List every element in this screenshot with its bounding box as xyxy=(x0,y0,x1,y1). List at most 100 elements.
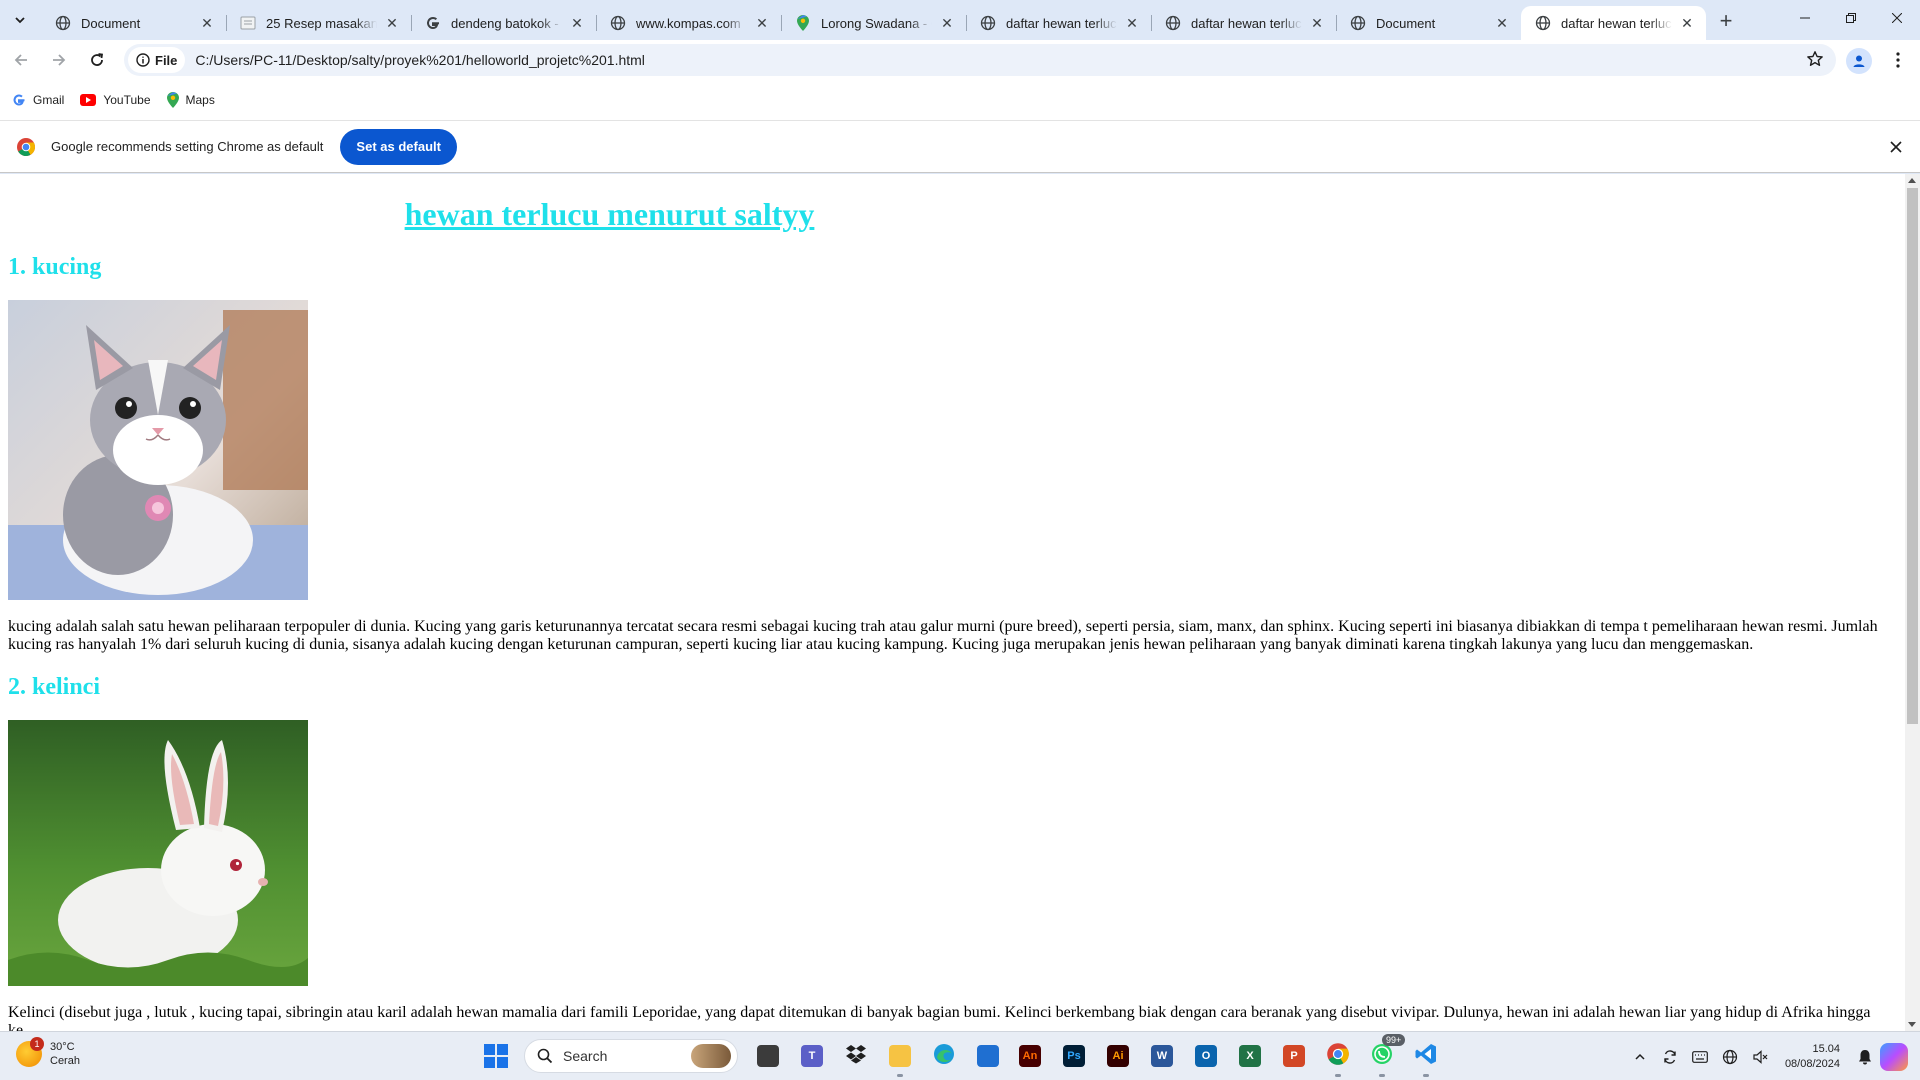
infobar-close-button[interactable] xyxy=(1886,137,1906,157)
start-button[interactable] xyxy=(484,1044,508,1073)
tray-overflow-button[interactable] xyxy=(1628,1045,1652,1069)
taskbar-app-photoshop[interactable]: Ps xyxy=(1058,1040,1090,1072)
taskbar-app-animate[interactable]: An xyxy=(1014,1040,1046,1072)
bookmark-label: YouTube xyxy=(103,93,151,107)
taskbar-app-vscode[interactable] xyxy=(1410,1040,1442,1077)
teams-icon: T xyxy=(801,1045,823,1067)
bookmark-gmail[interactable]: Gmail xyxy=(12,93,64,107)
weather-text: 30°C Cerah xyxy=(50,1040,80,1068)
bookmark-youtube[interactable]: YouTube xyxy=(80,93,151,107)
url-text[interactable]: C:/Users/PC-11/Desktop/salty/proyek%201/… xyxy=(195,52,645,68)
taskbar-app-illustrator[interactable]: Ai xyxy=(1102,1040,1134,1072)
tab-close-button[interactable]: ✕ xyxy=(1678,14,1696,32)
dropbox-icon xyxy=(845,1044,867,1069)
tab-title: daftar hewan terlucu xyxy=(1561,15,1672,31)
tab-2[interactable]: 25 Resep masakan Pa ✕ xyxy=(226,6,411,40)
taskbar-app-whatsapp[interactable]: 99+ xyxy=(1366,1034,1406,1077)
weather-temp: 30°C xyxy=(50,1041,75,1053)
tab-title: www.kompas.com xyxy=(636,15,741,31)
vscode-icon xyxy=(1414,1042,1438,1071)
person-icon xyxy=(1853,55,1865,67)
chrome-menu-button[interactable] xyxy=(1886,48,1910,72)
youtube-icon xyxy=(80,94,97,106)
bookmark-star-button[interactable] xyxy=(1806,50,1824,73)
taskbar-app-store[interactable] xyxy=(972,1040,1004,1072)
excel-icon: X xyxy=(1239,1045,1261,1067)
bell-icon xyxy=(1859,1049,1871,1064)
tab-7[interactable]: daftar hewan terlucu ✕ xyxy=(1151,6,1336,40)
taskbar-app-dropbox[interactable] xyxy=(840,1040,872,1072)
close-icon xyxy=(1892,13,1902,23)
close-icon xyxy=(1890,141,1902,153)
search-placeholder: Search xyxy=(563,1048,608,1064)
restore-button[interactable] xyxy=(1828,0,1874,36)
section-text-kelinci: Kelinci (disebut juga , lutuk , kucing t… xyxy=(8,1004,1871,1031)
tab-8[interactable]: Document ✕ xyxy=(1336,6,1521,40)
page-scrollbar[interactable] xyxy=(1905,174,1920,1031)
back-button[interactable] xyxy=(4,43,38,77)
tab-close-button[interactable]: ✕ xyxy=(198,14,216,32)
sync-tray-icon[interactable] xyxy=(1658,1045,1682,1069)
scroll-thumb[interactable] xyxy=(1907,188,1918,724)
default-browser-infobar: Google recommends setting Chrome as defa… xyxy=(0,120,1920,173)
tab-close-button[interactable]: ✕ xyxy=(383,14,401,32)
page-body: hewan terlucu menurut saltyy 1. kucing k… xyxy=(0,194,1905,1031)
taskbar-app-chrome[interactable] xyxy=(1322,1040,1354,1077)
volume-muted-icon xyxy=(1753,1049,1768,1064)
reload-button[interactable] xyxy=(80,43,114,77)
edge-icon xyxy=(933,1043,955,1070)
taskbar-app-teams[interactable]: T xyxy=(796,1040,828,1072)
taskbar-app-edge[interactable] xyxy=(928,1040,960,1072)
sync-icon xyxy=(1664,1049,1676,1064)
forward-button[interactable] xyxy=(42,43,76,77)
volume-tray-icon[interactable] xyxy=(1748,1045,1772,1069)
tab-close-button[interactable]: ✕ xyxy=(568,14,586,32)
address-bar[interactable]: File C:/Users/PC-11/Desktop/salty/proyek… xyxy=(124,44,1836,76)
outlook-icon: O xyxy=(1195,1045,1217,1067)
tab-9[interactable]: daftar hewan terlucu ✕ xyxy=(1521,6,1706,40)
taskbar-app-outlook[interactable]: O xyxy=(1190,1040,1222,1072)
taskbar-app-file-explorer[interactable] xyxy=(884,1040,916,1077)
site-info-chip[interactable]: File xyxy=(128,47,186,73)
bookmark-maps[interactable]: Maps xyxy=(166,92,215,108)
page-title: hewan terlucu menurut saltyy xyxy=(404,196,815,232)
info-icon xyxy=(136,53,150,67)
tab-title: dendeng batokok - P xyxy=(451,15,562,31)
taskbar-search[interactable]: Search xyxy=(524,1039,738,1073)
weather-badge: 1 xyxy=(30,1037,44,1051)
taskbar-clock[interactable]: 15.04 08/08/2024 xyxy=(1785,1042,1840,1072)
profile-button[interactable] xyxy=(1846,48,1872,74)
file-explorer-icon xyxy=(889,1045,911,1067)
tab-1[interactable]: Document ✕ xyxy=(41,6,226,40)
tab-4[interactable]: www.kompas.com ✕ xyxy=(596,6,781,40)
weather-widget[interactable]: 1 30°C Cerah xyxy=(16,1037,80,1068)
sun-icon: 1 xyxy=(16,1037,44,1067)
new-tab-button[interactable]: + xyxy=(1712,7,1740,35)
keyboard-tray-icon[interactable] xyxy=(1688,1045,1712,1069)
scroll-up-arrow[interactable] xyxy=(1908,178,1916,183)
taskbar-app-word[interactable]: W xyxy=(1146,1040,1178,1072)
tab-close-button[interactable]: ✕ xyxy=(1493,14,1511,32)
tab-6[interactable]: daftar hewan terlucu ✕ xyxy=(966,6,1151,40)
tab-close-button[interactable]: ✕ xyxy=(938,14,956,32)
scroll-down-arrow[interactable] xyxy=(1908,1022,1916,1027)
tab-close-button[interactable]: ✕ xyxy=(753,14,771,32)
tab-3[interactable]: dendeng batokok - P ✕ xyxy=(411,6,596,40)
search-icon xyxy=(537,1048,553,1064)
taskbar-app-file-explorer-dark[interactable] xyxy=(752,1040,784,1072)
close-window-button[interactable] xyxy=(1874,0,1920,36)
file-explorer-dark-icon xyxy=(757,1045,779,1067)
tab-5[interactable]: Lorong Swadana - Go ✕ xyxy=(781,6,966,40)
taskbar-app-powerpoint[interactable]: P xyxy=(1278,1040,1310,1072)
set-as-default-button[interactable]: Set as default xyxy=(340,128,457,165)
network-tray-icon[interactable] xyxy=(1718,1045,1742,1069)
system-tray: 15.04 08/08/2024 xyxy=(1625,1032,1920,1080)
tab-close-button[interactable]: ✕ xyxy=(1123,14,1141,32)
maps-pin-icon xyxy=(166,92,179,108)
tab-close-button[interactable]: ✕ xyxy=(1308,14,1326,32)
taskbar-app-excel[interactable]: X xyxy=(1234,1040,1266,1072)
copilot-button[interactable] xyxy=(1880,1042,1908,1071)
minimize-button[interactable] xyxy=(1782,0,1828,36)
tab-search-button[interactable] xyxy=(7,7,33,33)
notifications-button[interactable] xyxy=(1853,1045,1877,1069)
